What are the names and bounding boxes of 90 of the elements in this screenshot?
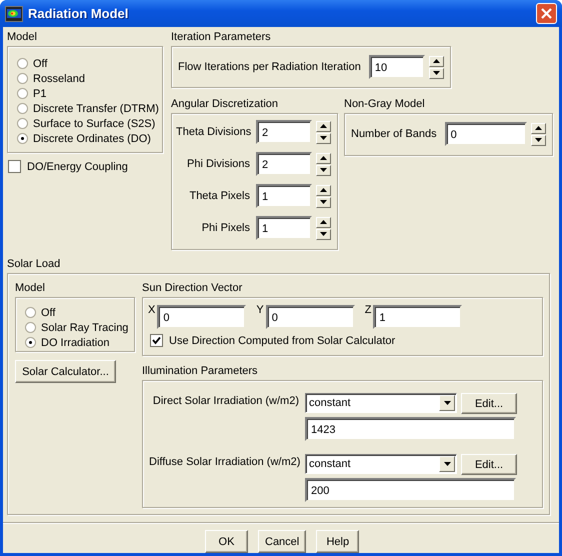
field-label: Z [364, 305, 372, 318]
spin-up-button[interactable] [429, 56, 444, 66]
number-field[interactable]: 1 [373, 305, 462, 329]
spin-down-button[interactable] [316, 132, 331, 144]
option-label: P1 [33, 88, 46, 100]
field-label: Theta Divisions [176, 126, 250, 138]
group-title: Illumination Parameters [142, 365, 259, 378]
dropdown[interactable]: constant [305, 393, 457, 414]
number-field[interactable]: 10 [368, 55, 425, 79]
option-label: DO Irradiation [41, 336, 110, 348]
group-title: Iteration Parameters [171, 31, 272, 44]
spin-down-button[interactable] [316, 228, 331, 240]
spin-down-button[interactable] [316, 196, 331, 208]
up-arrow-icon [320, 220, 327, 224]
spin-up-button[interactable] [316, 120, 331, 132]
group-title: Model [15, 282, 46, 295]
up-arrow-icon [320, 124, 327, 128]
field-label: Phi Divisions [186, 158, 250, 170]
checkbox[interactable] [150, 334, 163, 347]
spin-up-button[interactable] [316, 216, 331, 228]
group-title: Sun Direction Vector [142, 282, 244, 295]
window-title: Radiation Model [28, 6, 130, 21]
dialog-button[interactable]: Cancel [258, 530, 306, 553]
option-label: Rosseland [33, 72, 85, 84]
up-arrow-icon [320, 156, 327, 160]
group-title: Solar Load [7, 258, 62, 271]
number-field[interactable]: 0 [444, 122, 527, 146]
field-label: Phi Pixels [200, 222, 250, 234]
dropdown[interactable]: constant [305, 454, 457, 474]
up-arrow-icon [320, 188, 327, 192]
radio-button[interactable] [17, 118, 28, 129]
group-title: Angular Discretization [171, 98, 279, 111]
number-field[interactable]: 1 [256, 184, 312, 208]
down-arrow-icon [535, 138, 542, 142]
dialog-button[interactable]: Help [316, 530, 360, 553]
field-label: Y [256, 305, 264, 318]
field-label: Theta Pixels [188, 190, 250, 202]
checkbox-label: DO/Energy Coupling [27, 160, 128, 172]
number-field[interactable]: 0 [157, 305, 246, 329]
number-field[interactable]: 2 [256, 120, 312, 144]
solar-calculator-button[interactable]: Solar Calculator... [15, 360, 116, 383]
field-label: Flow Iterations per Radiation Iteration [178, 61, 361, 73]
field-label: X [148, 305, 156, 318]
option-label: Surface to Surface (S2S) [33, 118, 156, 130]
edit-button[interactable]: Edit... [461, 454, 517, 476]
option-label: Discrete Ordinates (DO) [33, 132, 151, 144]
up-arrow-icon [433, 59, 440, 63]
spin-up-button[interactable] [316, 184, 331, 196]
spin-down-button[interactable] [531, 134, 546, 146]
value-field[interactable]: 1423 [305, 417, 516, 442]
option-label: Discrete Transfer (DTRM) [33, 102, 159, 114]
radio-button[interactable] [17, 73, 28, 84]
value-field[interactable]: 200 [305, 478, 516, 502]
option-label: Solar Ray Tracing [41, 322, 128, 334]
down-arrow-icon [320, 136, 327, 140]
option-label: Off [33, 58, 48, 70]
radio-button[interactable] [17, 88, 28, 99]
spin-down-button[interactable] [316, 164, 331, 176]
radio-button[interactable] [17, 58, 28, 69]
spin-up-button[interactable] [316, 152, 331, 164]
down-arrow-icon [320, 200, 327, 204]
radio-button[interactable] [17, 133, 28, 144]
down-arrow-icon [320, 232, 327, 236]
checkbox-label: Use Direction Computed from Solar Calculator [169, 334, 396, 346]
checkbox[interactable] [8, 160, 21, 173]
close-icon [541, 8, 552, 19]
spin-down-button[interactable] [429, 68, 444, 78]
spin-up-button[interactable] [531, 122, 546, 134]
group-title: Non-Gray Model [344, 98, 426, 111]
field-label: Direct Solar Irradiation (w/m2) [152, 394, 299, 410]
radio-button[interactable] [25, 307, 36, 318]
number-field[interactable]: 0 [266, 305, 355, 329]
number-field[interactable]: 1 [256, 216, 312, 240]
close-button[interactable] [536, 3, 557, 24]
up-arrow-icon [535, 126, 542, 130]
radio-button[interactable] [25, 322, 36, 333]
dialog-button[interactable]: OK [205, 530, 248, 553]
radio-button[interactable] [17, 103, 28, 114]
option-label: Off [41, 306, 56, 318]
field-label: Diffuse Solar Irradiation (w/m2) [149, 455, 299, 470]
field-label: Number of Bands [351, 128, 437, 140]
edit-button[interactable]: Edit... [461, 393, 517, 414]
number-field[interactable]: 2 [256, 152, 312, 176]
group-title: Model [7, 31, 38, 44]
down-arrow-icon [433, 71, 440, 75]
down-arrow-icon [320, 168, 327, 172]
app-icon [5, 6, 23, 22]
caret-icon [444, 401, 450, 406]
radio-button[interactable] [25, 337, 36, 348]
caret-icon [444, 462, 450, 466]
